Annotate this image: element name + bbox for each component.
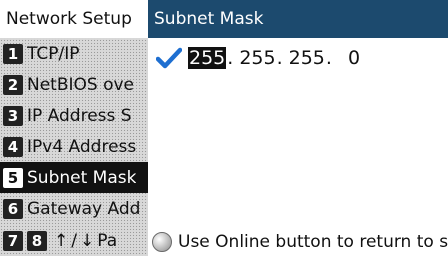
arrow-up-icon[interactable]: ↑	[54, 231, 68, 251]
octet-2-field[interactable]: 255	[239, 47, 275, 69]
menu-title: Network Setup	[0, 0, 148, 38]
menu-item-subnet-mask[interactable]: 5 Subnet Mask	[0, 162, 148, 193]
menu-item-label: Gateway Add	[27, 198, 141, 219]
menu-item-tcpip[interactable]: 1 TCP/IP	[0, 38, 148, 69]
item-number: 4	[3, 136, 23, 157]
menu-item-label: IP Address S	[27, 105, 132, 126]
menu-item-ipv4-address[interactable]: 4 IPv4 Address	[0, 131, 148, 162]
octet-1-field[interactable]: 255	[188, 47, 227, 69]
online-button-icon[interactable]	[152, 232, 172, 252]
item-number: 5	[3, 167, 23, 188]
item-number: 2	[3, 74, 23, 95]
panel-title: Subnet Mask	[148, 0, 448, 38]
item-number: 3	[3, 105, 23, 126]
left-menu: Network Setup 1 TCP/IP 2 NetBIOS ove 3 I…	[0, 0, 148, 256]
subnet-mask-input[interactable]: 255 . 255 . 255 . 0	[148, 42, 448, 74]
item-number: 1	[3, 43, 23, 64]
menu-item-label: TCP/IP	[27, 43, 80, 64]
menu-item-label: IPv4 Address	[27, 136, 137, 157]
separator: .	[227, 47, 234, 69]
menu-item-gateway-address[interactable]: 6 Gateway Add	[0, 193, 148, 224]
separator: .	[325, 47, 332, 69]
menu-item-ip-address-setting[interactable]: 3 IP Address S	[0, 100, 148, 131]
arrow-down-icon[interactable]: ↓	[80, 231, 94, 251]
footer-text: Use Online button to return to s...	[178, 232, 448, 252]
menu-item-netbios[interactable]: 2 NetBIOS ove	[0, 69, 148, 100]
separator: .	[276, 47, 283, 69]
page-label: Pa	[97, 230, 118, 251]
check-icon	[156, 47, 182, 69]
item-number: 6	[3, 198, 23, 219]
setting-panel: Subnet Mask 255 . 255 . 255 . 0	[148, 0, 448, 256]
nav-key-7[interactable]: 7	[3, 230, 23, 251]
nav-key-8[interactable]: 8	[27, 230, 47, 251]
menu-item-label: Subnet Mask	[27, 167, 137, 188]
footer-hint: Use Online button to return to s...	[148, 228, 448, 256]
slash-separator: /	[71, 230, 77, 251]
octet-3-field[interactable]: 255	[289, 47, 325, 69]
menu-item-label: NetBIOS ove	[27, 74, 135, 95]
octet-4-field[interactable]: 0	[348, 47, 360, 69]
menu-nav-row: 7 8 ↑ / ↓ Pa	[0, 225, 148, 256]
